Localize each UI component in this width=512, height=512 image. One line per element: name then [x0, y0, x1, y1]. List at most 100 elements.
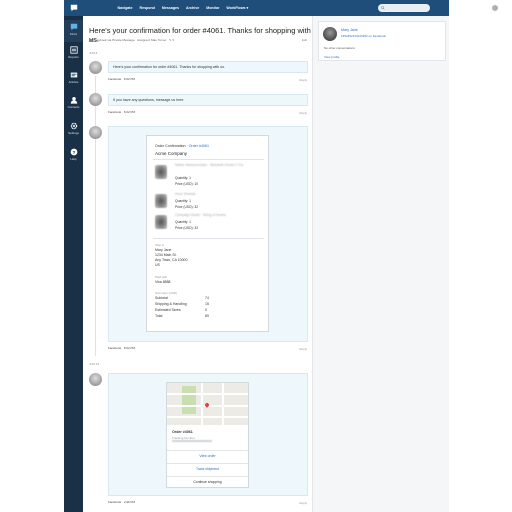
divider [153, 238, 264, 239]
map-road [201, 383, 203, 425]
receipt-item: Campaign Model · String of Hearts Quanti… [153, 213, 264, 235]
svg-text:?: ? [72, 150, 75, 156]
sidebar-item-label: Reports [68, 55, 79, 59]
reply-link[interactable]: Reply [299, 78, 307, 82]
view-order-button[interactable]: View order [167, 450, 248, 461]
continue-shopping-button[interactable]: Continue shopping [167, 476, 248, 487]
contact-name[interactable]: Mary Jane [341, 28, 358, 32]
summary-row: Estimated Taxes 0 [155, 308, 215, 312]
app-logo[interactable] [64, 0, 83, 16]
message-bubble: If you have any questions, message us he… [108, 94, 308, 106]
bot-avatar [89, 373, 102, 386]
order-title: Order #4061 [172, 430, 193, 434]
message-text: If you have any questions, message us he… [113, 98, 185, 102]
nav-monitor[interactable]: Monitor [203, 6, 223, 10]
summary-row-label: Estimated Taxes [155, 308, 181, 312]
paid-label: Paid with [155, 275, 168, 279]
contact-facebook-id[interactable]: 1652462143123232 on Facebook [341, 34, 386, 38]
product-image [155, 215, 167, 229]
summary-row-value: 15 [205, 302, 209, 306]
gear-icon [70, 122, 77, 130]
reply-link[interactable]: Reply [299, 111, 307, 115]
item-price: Price (USD): 10 [175, 182, 199, 186]
location-pin-icon [204, 402, 210, 408]
date-separator: JUN 6 [89, 51, 98, 55]
tracking-number-redacted [172, 440, 212, 442]
sidebar-item-contacts[interactable]: Contacts [64, 96, 83, 109]
item-quantity: Quantity: 1 [175, 176, 191, 180]
summary-row: Subtotal 74 [155, 296, 215, 300]
sidebar-item-label: Articles [68, 80, 79, 84]
nav-workflows[interactable]: WorkFlows ▾ [223, 6, 252, 10]
timeline-line [95, 76, 96, 356]
sidebar-item-settings[interactable]: Settings [64, 122, 83, 135]
chevron-down-icon[interactable]: ▾ [501, 6, 503, 10]
user-avatar[interactable] [491, 4, 499, 12]
item-quantity: Quantity: 1 [175, 220, 191, 224]
summary-row-value: 89 [205, 314, 209, 318]
view-profile-link[interactable]: View profile [324, 55, 339, 59]
track-shipment-button[interactable]: Track shipment [167, 463, 248, 474]
map-road [222, 383, 224, 425]
bot-avatar [89, 126, 102, 139]
sidebar-item-label: Inbox [69, 32, 78, 36]
page-margin-right [449, 0, 512, 512]
order-receipt-card: Order Confirmation · Order #4061 Acme Co… [146, 135, 269, 332]
summary-label: Summary (USD) [155, 291, 178, 295]
item-price: Price (USD): 32 [175, 205, 199, 209]
contact-avatar [323, 27, 337, 41]
sidebar-item-label: Settings [68, 131, 79, 135]
item-quantity: Quantity: 1 [175, 199, 191, 203]
search-input[interactable] [378, 4, 430, 12]
item-name: Huon Sheesle [175, 192, 196, 196]
item-price: Price (USD): 32 [175, 226, 199, 230]
nav-respond[interactable]: Respond [136, 6, 158, 10]
bot-avatar [89, 93, 102, 106]
message-meta: Facebook · 6:02 PM [108, 77, 136, 81]
help-icon: ? [70, 148, 77, 156]
sidebar-item-inbox[interactable]: Inbox [64, 20, 83, 42]
left-sidebar: Inbox Reports Articles Contacts Settings… [64, 16, 83, 512]
reports-icon [69, 46, 78, 54]
main-nav: Navigate Respond Messages Archive Monito… [114, 0, 252, 16]
map-road [167, 393, 248, 395]
map-park [182, 386, 196, 414]
chat-bubble-icon [70, 23, 77, 31]
receipt-item: Native Samsonvoides · Stracketh Dream 2 … [153, 163, 264, 186]
summary-row: Shipping & Handling 15 [155, 302, 215, 306]
contacts-icon [70, 97, 77, 104]
facebook-icon [89, 38, 92, 42]
nav-archive[interactable]: Archive [183, 6, 203, 10]
summary-row: Total 89 [155, 314, 215, 318]
summary-row-label: Total [155, 314, 163, 318]
nav-navigate[interactable]: Navigate [114, 6, 136, 10]
ship-label: Ship to [155, 243, 165, 247]
order-link[interactable]: Order #4061 [189, 144, 209, 148]
reply-link[interactable]: Reply [299, 501, 307, 505]
subline-text[interactable]: Facebook via Private Message · Assigned:… [94, 38, 174, 42]
item-name: Campaign Model · String of Hearts [175, 213, 226, 217]
message-meta: Facebook · 2:36 PM [108, 500, 136, 504]
sidebar-item-label: Help [70, 157, 77, 161]
summary-row-label: Shipping & Handling [155, 302, 187, 306]
sidebar-item-help[interactable]: ? Help [64, 148, 83, 161]
sidebar-item-articles[interactable]: Articles [64, 71, 83, 84]
message-meta: Facebook · 6:02 PM [108, 110, 136, 114]
ship-country: US [155, 263, 160, 267]
edit-link[interactable]: Edit [302, 38, 307, 42]
top-navigation-bar: Navigate Respond Messages Archive Monito… [64, 0, 503, 16]
summary-row-value: 0 [205, 308, 207, 312]
message-meta: Facebook · 6:02 PM [108, 346, 136, 350]
summary-row-value: 74 [205, 296, 209, 300]
sidebar-item-label: Contacts [67, 105, 80, 109]
receipt-item: Huon Sheesle Quantity: 1 Price (USD): 32 [153, 192, 264, 214]
item-name: Native Samsonvoides · Stracketh Dream 2 … [175, 163, 244, 167]
sidebar-item-reports[interactable]: Reports [64, 46, 83, 59]
chat-logo-icon [70, 4, 77, 12]
reply-link[interactable]: Reply [299, 347, 307, 351]
nav-messages[interactable]: Messages [158, 6, 182, 10]
bot-avatar [89, 61, 102, 74]
company-name: Acme Company [155, 151, 188, 156]
contact-panel: Mary Jane 1652462143123232 on Facebook N… [312, 16, 449, 512]
receipt-heading: Order Confirmation · Order #4061 [155, 144, 209, 148]
